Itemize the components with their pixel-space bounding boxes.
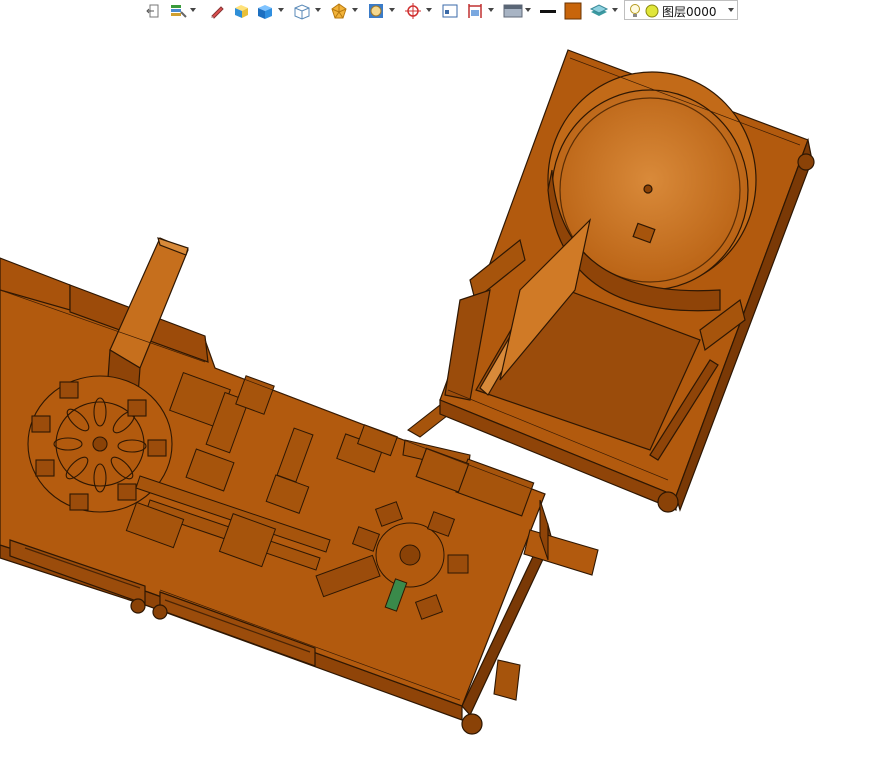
vibratory-bowl-feeder (439, 49, 815, 513)
layer-select[interactable]: 图层0000 (624, 0, 738, 20)
layer-select-value: 图层0000 (662, 5, 717, 19)
chevron-down-icon[interactable] (278, 8, 284, 12)
box-blue-icon[interactable] (256, 1, 274, 20)
lightbulb-icon[interactable] (629, 3, 641, 19)
chevron-down-icon[interactable] (728, 8, 734, 12)
chevron-down-icon[interactable] (190, 8, 196, 12)
box-yellow-icon[interactable] (232, 1, 250, 20)
chevron-down-icon[interactable] (612, 8, 618, 12)
display-mode-icon[interactable] (503, 1, 523, 20)
layer-stack-icon[interactable] (589, 1, 609, 20)
layer-paint-icon[interactable] (169, 1, 187, 20)
dimension-icon[interactable] (466, 1, 484, 20)
wireframe-cube-icon[interactable] (293, 1, 311, 20)
sun-icon[interactable] (645, 4, 659, 18)
frame-icon[interactable] (367, 1, 385, 20)
polygon-icon[interactable] (330, 1, 348, 20)
color-swatch-icon[interactable] (564, 1, 582, 20)
chevron-down-icon[interactable] (488, 8, 494, 12)
cad-viewport[interactable] (0, 22, 878, 763)
chevron-down-icon[interactable] (352, 8, 358, 12)
crosshair-icon[interactable] (404, 1, 422, 20)
window-icon[interactable] (441, 1, 459, 20)
chevron-down-icon[interactable] (315, 8, 321, 12)
pen-icon[interactable] (209, 1, 225, 20)
line-style-icon[interactable] (539, 1, 557, 20)
chevron-down-icon[interactable] (389, 8, 395, 12)
chevron-down-icon[interactable] (525, 8, 531, 12)
toolbar: 图层0000 (0, 0, 878, 22)
chevron-down-icon[interactable] (426, 8, 432, 12)
exit-icon[interactable] (145, 1, 161, 20)
